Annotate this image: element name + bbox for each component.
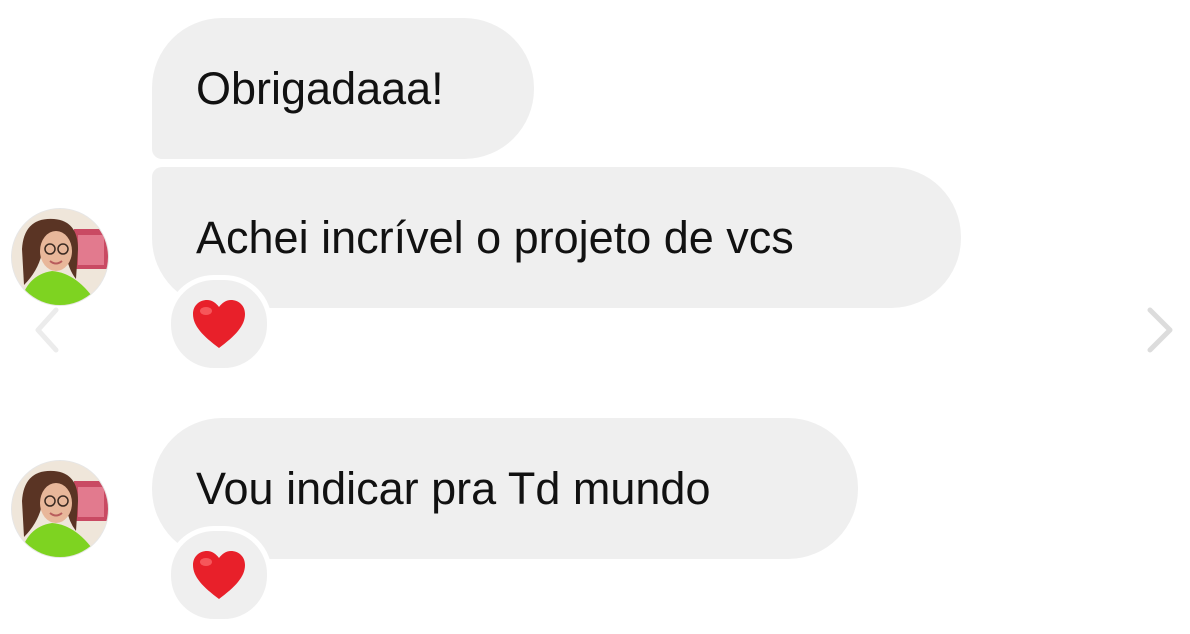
message-text: Obrigadaaa! (196, 63, 444, 114)
reaction-badge[interactable] (166, 275, 272, 373)
message-bubble[interactable]: Achei incrível o projeto de vcs (152, 167, 961, 308)
message-text: Achei incrível o projeto de vcs (196, 212, 794, 263)
chevron-right-icon (1147, 307, 1173, 353)
sender-avatar[interactable] (12, 209, 108, 305)
sender-avatar[interactable] (12, 461, 108, 557)
message-bubble[interactable]: Vou indicar pra Td mundo (152, 418, 858, 559)
heart-emoji-icon (193, 300, 245, 348)
avatar-photo (12, 209, 108, 305)
reaction-badge[interactable] (166, 526, 272, 624)
next-arrow-button[interactable] (1140, 300, 1180, 360)
message-bubble[interactable]: Obrigadaaa! (152, 18, 534, 159)
avatar-photo (12, 461, 108, 557)
message-text: Vou indicar pra Td mundo (196, 463, 711, 514)
previous-arrow-button[interactable] (28, 300, 68, 360)
chevron-left-icon (35, 307, 59, 353)
heart-emoji-icon (193, 551, 245, 599)
